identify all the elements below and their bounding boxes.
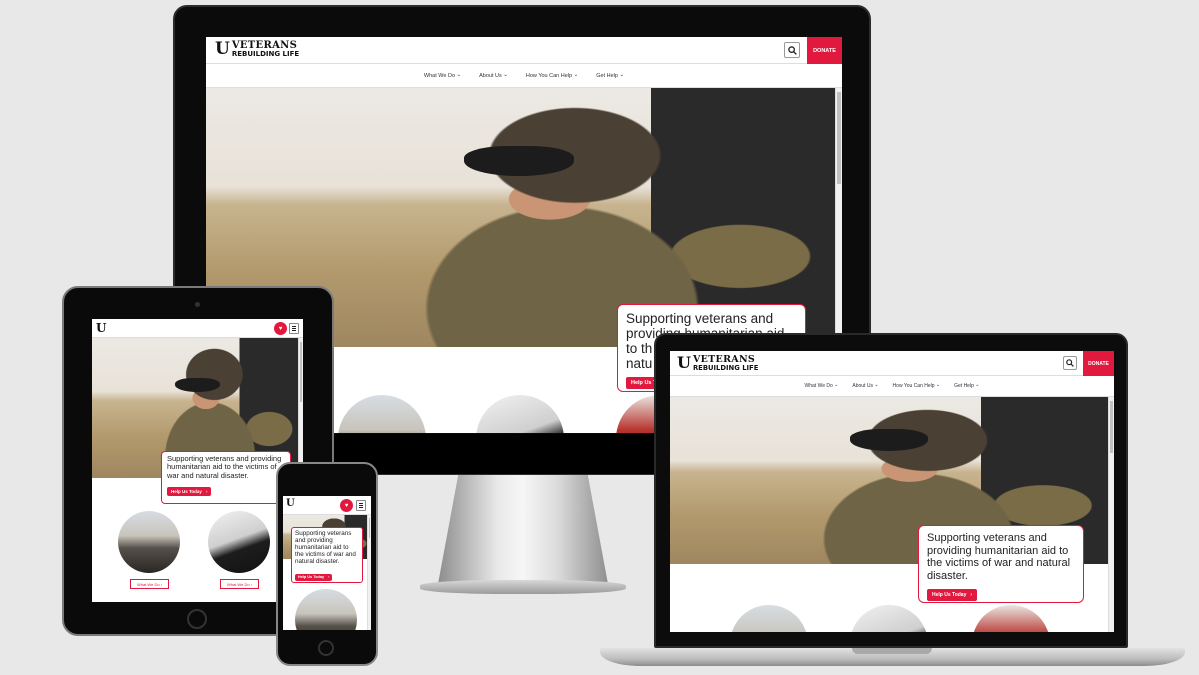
goggles-shape [850,429,928,451]
card-button-label: What We Do [226,581,250,587]
card-image-1 [730,605,808,632]
logo-mark: U [286,498,295,509]
hero-callout-phone: Supporting veterans and providing humani… [291,527,363,583]
heart-hand-icon: ♥ [344,502,349,509]
site-logo[interactable]: U VETERANS REBUILDING LIFE [215,41,299,58]
nav-label: What We Do [423,72,455,79]
search-icon [787,45,797,55]
main-nav: What We Do ⌄ About Us ⌄ How You Can Help… [206,64,842,88]
logo-line2: REBUILDING LIFE [231,50,300,58]
site-logo[interactable]: U [286,499,295,509]
nav-label: What We Do [804,383,833,389]
nav-about-us[interactable]: About Us ⌄ [852,382,879,389]
chevron-down-icon: ⌄ [456,71,462,78]
tablet-camera [195,302,200,307]
hero-callout-laptop: Supporting veterans and providing humani… [918,525,1084,603]
scrollbar[interactable] [1108,397,1114,632]
monitor-base [420,580,626,594]
site-logo[interactable]: U VETERANS REBUILDING LIFE [677,355,758,371]
main-nav: What We Do ⌄ About Us ⌄ How You Can Help… [670,376,1114,397]
menu-button[interactable] [289,323,299,334]
scrollbar[interactable] [367,515,371,630]
card-button-2[interactable]: What We Do › [220,579,259,589]
menu-button[interactable] [356,500,366,511]
card-button-label: What We Do [136,581,160,587]
search-button[interactable] [784,42,800,58]
site-header: U ♥ [283,496,371,515]
hero-callout-tablet: Supporting veterans and providing humani… [161,451,291,504]
goggles-shape [464,146,574,176]
chevron-down-icon: ⌄ [619,71,625,78]
search-icon [1066,359,1074,367]
nav-what-we-do[interactable]: What We Do ⌄ [423,71,462,79]
phone-home-button[interactable] [318,640,334,656]
nav-label: How You Can Help [892,383,935,389]
help-us-today-button[interactable]: Help Us Today › [927,588,978,601]
card-image-2 [850,605,928,632]
cta-label: Help Us Today [171,489,202,495]
nav-label: How You Can Help [525,72,573,79]
laptop-notch [852,648,932,654]
nav-about-us[interactable]: About Us ⌄ [479,71,508,79]
chevron-down-icon: ⌄ [573,71,579,78]
logo-mark: U [215,39,230,59]
hero-tagline: Supporting veterans and providing humani… [295,530,356,566]
chevron-down-icon: ⌄ [503,71,508,78]
nav-how-you-can-help[interactable]: How You Can Help ⌄ [892,382,941,389]
site-header: U VETERANS REBUILDING LIFE DONATE [206,37,842,64]
search-button[interactable] [1063,356,1077,370]
card-image-2 [208,511,270,573]
nav-label: Get Help [596,72,618,79]
chevron-down-icon: ⌄ [975,382,980,388]
heart-hand-icon: ♥ [278,325,283,332]
chevron-down-icon: ⌄ [834,382,839,388]
card-image-1 [118,511,180,573]
laptop-screen: U VETERANS REBUILDING LIFE DONATE What W… [670,351,1114,632]
card-image-1 [338,395,426,433]
nav-label: About Us [852,383,873,389]
card-button-1[interactable]: What We Do › [130,579,169,589]
monitor-stand [438,474,608,584]
tablet-screen: U ♥ Supporting veterans and providing hu… [92,319,303,602]
cta-label: Help Us Today [932,591,967,598]
card-image-3 [972,605,1050,632]
logo-mark: U [96,321,107,335]
cta-label: Help Us Today [298,575,325,580]
nav-how-you-can-help[interactable]: How You Can Help ⌄ [525,71,579,79]
nav-label: About Us [479,72,502,79]
chevron-down-icon: ⌄ [935,382,941,388]
donate-button[interactable]: DONATE [1083,351,1114,376]
help-us-today-button[interactable]: Help Us Today › [167,487,212,497]
donate-icon-button[interactable]: ♥ [340,499,353,512]
donate-button[interactable]: DONATE [807,37,842,64]
nav-get-help[interactable]: Get Help ⌄ [954,382,980,389]
site-logo[interactable]: U [96,322,106,334]
goggles-shape [175,378,220,392]
logo-mark: U [677,353,691,373]
site-header: U ♥ [92,319,303,338]
nav-label: Get Help [954,383,974,389]
card-image-2 [476,395,564,433]
hero-tagline: Supporting veterans and providing humani… [927,532,1071,582]
phone-screen: U ♥ Supporting veterans and providing hu… [283,496,371,630]
donate-icon-button[interactable]: ♥ [274,322,287,335]
help-us-today-button[interactable]: Help Us Today › [295,573,333,581]
chevron-down-icon: ⌄ [874,382,879,388]
logo-line2: REBUILDING LIFE [692,363,759,372]
hero-tagline: Supporting veterans and providing humani… [167,454,282,480]
site-header: U VETERANS REBUILDING LIFE DONATE [670,351,1114,376]
tablet-home-button[interactable] [187,609,207,629]
nav-get-help[interactable]: Get Help ⌄ [596,71,625,79]
card-image-1 [295,589,357,630]
nav-what-we-do[interactable]: What We Do ⌄ [804,382,839,389]
